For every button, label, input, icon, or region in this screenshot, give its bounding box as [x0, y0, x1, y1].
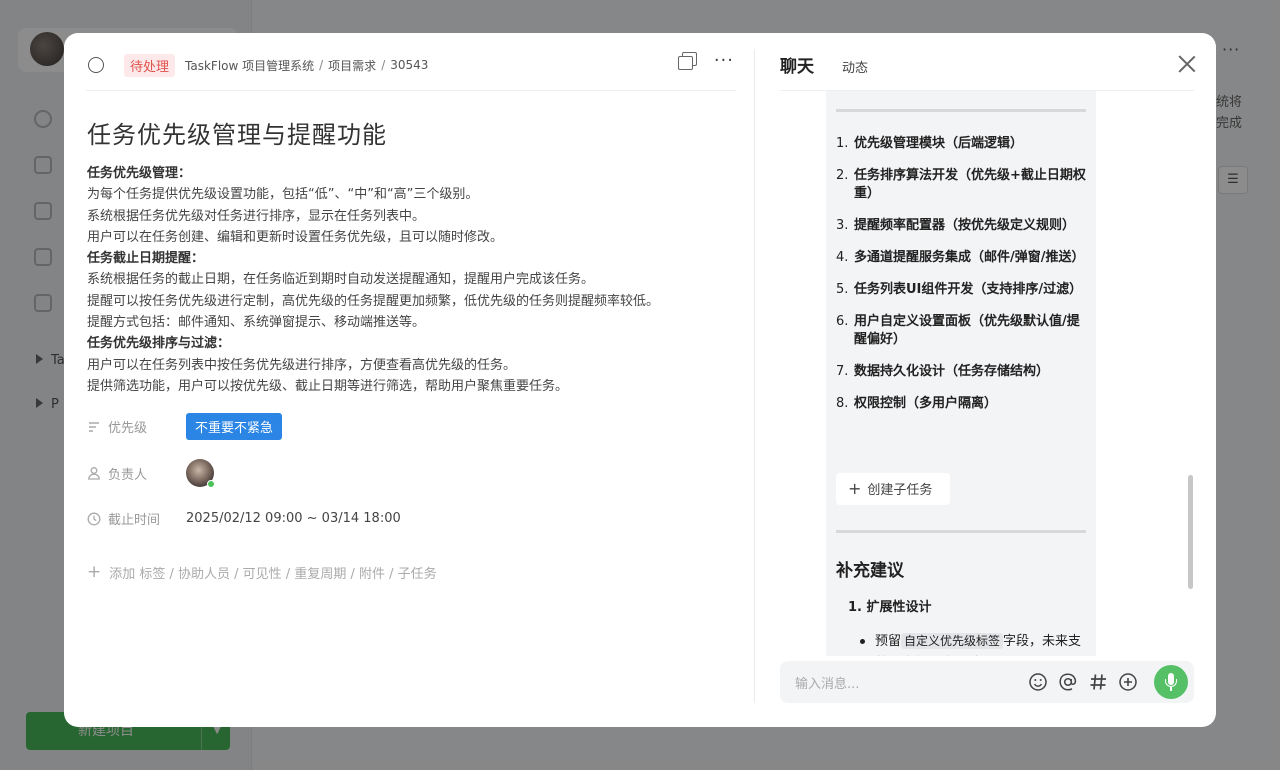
deadline-label: 截止时间 [108, 513, 161, 528]
create-subtask-button[interactable]: + 创建子任务 [836, 473, 950, 505]
deadline-field: 截止时间 2025/02/12 09:00 ~ 03/14 18:00 [87, 509, 401, 528]
complete-toggle[interactable] [88, 57, 104, 73]
close-icon[interactable] [1178, 55, 1196, 73]
chat-scrollbar[interactable] [1188, 475, 1193, 589]
assignee-field: 负责人 [87, 459, 215, 488]
assignee-label: 负责人 [108, 467, 148, 483]
list-item: 1. 优先级管理模块（后端逻辑） [836, 136, 1024, 151]
description-heading: 任务截止日期提醒： [87, 251, 205, 267]
online-status-dot [207, 480, 215, 488]
list-item: 6. 用户自定义设置面板（优先级默认值/提醒偏好） [836, 314, 1080, 347]
task-description[interactable]: 任务优先级管理： 为每个任务提供优先级设置功能，包括“低”、“中”和“高”三个级… [87, 163, 727, 397]
inline-code: 自定义优先级标签 [901, 633, 1004, 649]
status-badge[interactable]: 待处理 [124, 53, 176, 77]
task-header: 待处理 TaskFlow 项目管理系统 / 项目需求 / 30543 ··· [86, 52, 736, 78]
assignee-avatar[interactable] [186, 459, 215, 488]
hashtag-icon[interactable] [1088, 672, 1108, 692]
message-input[interactable]: 输入消息... [795, 673, 859, 692]
priority-label: 优先级 [108, 421, 148, 436]
list-item: 7. 数据持久化设计（任务存储结构） [836, 364, 1050, 379]
supplement-bullet: 预留自定义优先级标签字段，未来支持更多级别/标识条 [860, 630, 1086, 656]
description-line: 用户可以在任务列表中按任务优先级进行排序，方便查看高优先级的任务。 [87, 357, 517, 373]
description-heading: 任务优先级排序与过滤： [87, 336, 231, 352]
description-line: 提醒方式包括：邮件通知、系统弹窗提示、移动端推送等。 [87, 315, 426, 331]
supplement-title: 补充建议 [836, 561, 904, 581]
chat-pane: 聊天 动态 1. 优先级管理模块（后端逻辑） 2. 任务排序算法开发（优先级+截止日… [755, 33, 1216, 727]
description-line: 提供筛选功能，用户可以按优先级、截止日期等进行筛选，帮助用户聚焦重要任务。 [87, 378, 569, 394]
emoji-icon[interactable] [1028, 672, 1048, 692]
priority-field: 优先级 不重要不紧急 [87, 413, 283, 440]
priority-tag[interactable]: 不重要不紧急 [186, 413, 283, 440]
clock-icon [87, 512, 101, 525]
description-line: 为每个任务提供优先级设置功能，包括“低”、“中”和“高”三个级别。 [87, 187, 479, 203]
subtask-list: 1. 优先级管理模块（后端逻辑） 2. 任务排序算法开发（优先级+截止日期权重） 3… [836, 135, 1088, 413]
breadcrumb-project[interactable]: TaskFlow 项目管理系统 [185, 57, 314, 74]
task-detail-pane: 待处理 TaskFlow 项目管理系统 / 项目需求 / 30543 ··· 任… [64, 33, 754, 727]
chat-messages[interactable]: 1. 优先级管理模块（后端逻辑） 2. 任务排序算法开发（优先级+截止日期权重） 3… [780, 91, 1194, 656]
breadcrumb-task-id[interactable]: 30543 [390, 58, 428, 72]
more-icon[interactable]: ··· [714, 52, 734, 70]
description-line: 提醒可以按任务优先级进行定制，高优先级的任务提醒更加频繁，低优先级的任务则提醒频… [87, 293, 660, 309]
deadline-value[interactable]: 2025/02/12 09:00 ~ 03/14 18:00 [186, 511, 401, 526]
list-item: 5. 任务列表UI组件开发（支持排序/过滤） [836, 282, 1083, 297]
description-line: 系统根据任务优先级对任务进行排序，显示在任务列表中。 [87, 208, 426, 224]
description-heading: 任务优先级管理： [87, 166, 192, 181]
priority-icon [89, 421, 99, 432]
message-card: 1. 优先级管理模块（后端逻辑） 2. 任务排序算法开发（优先级+截止日期权重） 3… [826, 91, 1096, 656]
message-input-bar: 输入消息... [780, 661, 1194, 703]
add-attributes-button[interactable]: + 添加 标签 / 协助人员 / 可见性 / 重复周期 / 附件 / 子任务 [87, 562, 437, 582]
plus-icon: + [848, 479, 862, 498]
chat-tabs: 聊天 动态 [780, 52, 868, 77]
user-icon [88, 467, 100, 480]
copy-icon[interactable] [677, 52, 697, 70]
task-title[interactable]: 任务优先级管理与提醒功能 [87, 115, 387, 150]
breadcrumb-requirements[interactable]: 项目需求 [328, 57, 376, 74]
tab-chat[interactable]: 聊天 [780, 52, 814, 77]
add-attributes-label: 添加 标签 / 协助人员 / 可见性 / 重复周期 / 附件 / 子任务 [109, 566, 437, 582]
tab-activity[interactable]: 动态 [842, 57, 868, 76]
mention-icon[interactable] [1058, 672, 1078, 692]
list-item: 2. 任务排序算法开发（优先级+截止日期权重） [836, 168, 1086, 201]
description-line: 用户可以在任务创建、编辑和更新时设置任务优先级，且可以随时修改。 [87, 229, 504, 245]
voice-input-button[interactable] [1154, 665, 1188, 699]
task-detail-modal: 待处理 TaskFlow 项目管理系统 / 项目需求 / 30543 ··· 任… [64, 33, 1216, 727]
description-line: 系统根据任务的截止日期，在任务临近到期时自动发送提醒通知，提醒用户完成该任务。 [87, 272, 595, 288]
supplement-item: 1. 扩展性设计 [848, 600, 932, 615]
list-item: 8. 权限控制（多用户隔离） [836, 396, 998, 411]
list-item: 3. 提醒频率配置器（按优先级定义规则） [836, 218, 1076, 233]
plus-icon: + [87, 562, 102, 582]
add-circle-icon[interactable] [1118, 672, 1138, 692]
list-item: 4. 多通道提醒服务集成（邮件/弹窗/推送） [836, 250, 1085, 265]
